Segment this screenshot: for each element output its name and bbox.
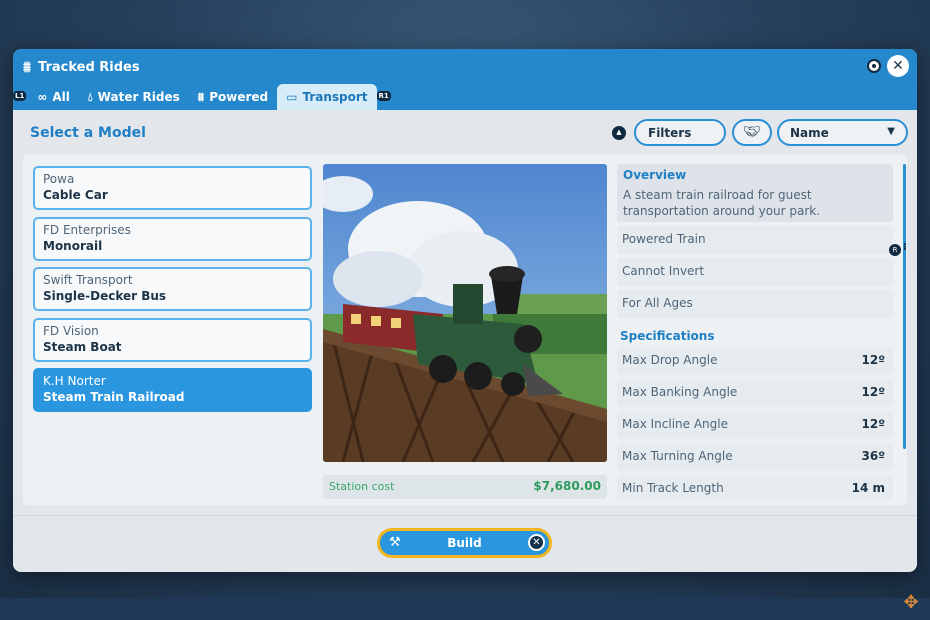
- model-maker: FD Enterprises: [43, 222, 131, 237]
- model-name: Cable Car: [43, 188, 108, 202]
- spec-label: Max Incline Angle: [622, 417, 728, 431]
- close-button[interactable]: ✕: [887, 55, 909, 77]
- tab-water-rides[interactable]: 💧︎ Water Rides: [79, 84, 189, 110]
- model-maker: Powa: [43, 172, 75, 186]
- tab-powered[interactable]: ⩩ Powered: [189, 84, 277, 110]
- sort-value: Name: [790, 126, 829, 140]
- specifications-title: Specifications: [620, 329, 715, 343]
- spec-row: Max Incline Angle 12º: [617, 411, 893, 439]
- tab-label: Water Rides: [97, 90, 180, 104]
- tag-for-all-ages: For All Ages: [617, 290, 893, 318]
- track-icon: ⩩: [197, 89, 205, 104]
- r1-hint-badge: R1: [376, 91, 391, 101]
- ride-info-panel[interactable]: Overview A steam train railroad for gues…: [617, 164, 893, 499]
- overview-description: A steam train railroad for guest transpo…: [623, 188, 821, 218]
- model-card-steam-train-railroad[interactable]: K.H Norter Steam Train Railroad: [33, 368, 312, 412]
- category-tabs: L1 ∞ All 💧︎ Water Rides ⩩ Powered ▭ Tran…: [13, 83, 393, 110]
- model-header: Select a Model ▲ Filters 🤝︎ Name ▼: [13, 110, 917, 154]
- build-label: Build: [447, 536, 482, 550]
- page-title: Select a Model: [30, 125, 146, 141]
- bus-icon: ▭: [286, 90, 298, 104]
- tab-label: All: [52, 90, 70, 104]
- tab-all[interactable]: ∞ All: [28, 84, 79, 110]
- scroll-indicator-icon: ⁝: [903, 242, 907, 253]
- model-card-single-decker-bus[interactable]: Swift Transport Single-Decker Bus: [33, 267, 312, 311]
- info-scrollbar[interactable]: [903, 164, 906, 449]
- station-cost-label: Station cost: [329, 480, 395, 493]
- station-cost-value: $7,680.00: [533, 479, 601, 493]
- model-card-steam-boat[interactable]: FD Vision Steam Boat: [33, 317, 312, 362]
- window-controls: ✕: [867, 55, 909, 77]
- build-button[interactable]: ⚒ Build ✕: [377, 528, 552, 558]
- window-title: Tracked Rides: [38, 59, 140, 75]
- spec-row: Max Drop Angle 12º: [617, 347, 893, 375]
- hammer-wrench-icon: ⚒: [389, 535, 401, 550]
- track-icon: ⩩: [23, 58, 32, 76]
- model-maker: K.H Norter: [43, 374, 106, 388]
- l1-hint-badge: L1: [13, 91, 27, 101]
- tracked-rides-window: ⩩ Tracked Rides ✕ L1 ∞ All 💧︎ Water Ride…: [13, 49, 917, 572]
- spec-label: Max Banking Angle: [622, 385, 738, 399]
- model-card-cable-car[interactable]: Powa Cable Car: [33, 166, 312, 210]
- spec-label: Min Track Length: [622, 481, 724, 495]
- tag-cannot-invert: Cannot Invert: [617, 258, 893, 286]
- model-name: Monorail: [43, 238, 103, 253]
- tab-transport[interactable]: ▭ Transport: [277, 84, 377, 110]
- filters-button[interactable]: Filters: [634, 119, 726, 146]
- station-cost-bar: Station cost $7,680.00: [323, 475, 607, 499]
- steam-train-illustration: [323, 164, 607, 462]
- right-stick-hint-icon: R: [889, 244, 901, 256]
- spec-value: 12º: [861, 385, 885, 399]
- tab-label: Powered: [209, 90, 269, 104]
- sort-dropdown[interactable]: Name ▼: [777, 119, 908, 146]
- handshake-icon: 🤝︎: [743, 124, 761, 140]
- tag-powered-train: Powered Train: [617, 226, 893, 254]
- ride-preview-image: [323, 164, 607, 462]
- spec-label: Max Drop Angle: [622, 353, 718, 367]
- model-list: Powa Cable Car FD Enterprises Monorail S…: [33, 166, 312, 419]
- window-footer: ⚒ Build ✕: [13, 515, 917, 572]
- cross-button-hint-icon: ✕: [528, 534, 545, 551]
- spec-value: 14 m: [851, 481, 885, 495]
- spec-value: 12º: [861, 417, 885, 431]
- overview-section: Overview A steam train railroad for gues…: [617, 164, 893, 222]
- spec-row: Min Track Length 14 m: [617, 475, 893, 499]
- infinity-icon: ∞: [37, 90, 48, 104]
- spec-value: 36º: [861, 449, 885, 463]
- spec-value: 12º: [861, 353, 885, 367]
- spec-row: Max Turning Angle 36º: [617, 443, 893, 471]
- model-name: Steam Train Railroad: [43, 390, 185, 404]
- spec-label: Max Turning Angle: [622, 449, 733, 463]
- chevron-down-icon: ▼: [887, 126, 895, 137]
- spec-row: Max Banking Angle 12º: [617, 379, 893, 407]
- water-drop-icon: 💧︎: [87, 89, 93, 104]
- model-name: Steam Boat: [43, 339, 122, 354]
- background-status-bar: [0, 598, 930, 620]
- overview-title: Overview: [623, 168, 687, 182]
- window-title-row: ⩩ Tracked Rides: [23, 58, 140, 76]
- pin-icon[interactable]: [867, 59, 881, 73]
- model-name: Single-Decker Bus: [43, 289, 167, 303]
- window-titlebar: ⩩ Tracked Rides ✕ L1 ∞ All 💧︎ Water Ride…: [13, 49, 917, 110]
- model-maker: FD Vision: [43, 323, 99, 338]
- model-card-monorail[interactable]: FD Enterprises Monorail: [33, 216, 312, 261]
- triangle-button-hint-icon: ▲: [612, 126, 626, 140]
- tab-label: Transport: [302, 90, 368, 104]
- compass-icon: ✥: [903, 592, 919, 613]
- model-content: Powa Cable Car FD Enterprises Monorail S…: [23, 155, 907, 505]
- handshake-filter-button[interactable]: 🤝︎: [732, 119, 772, 146]
- model-maker: Swift Transport: [43, 273, 133, 287]
